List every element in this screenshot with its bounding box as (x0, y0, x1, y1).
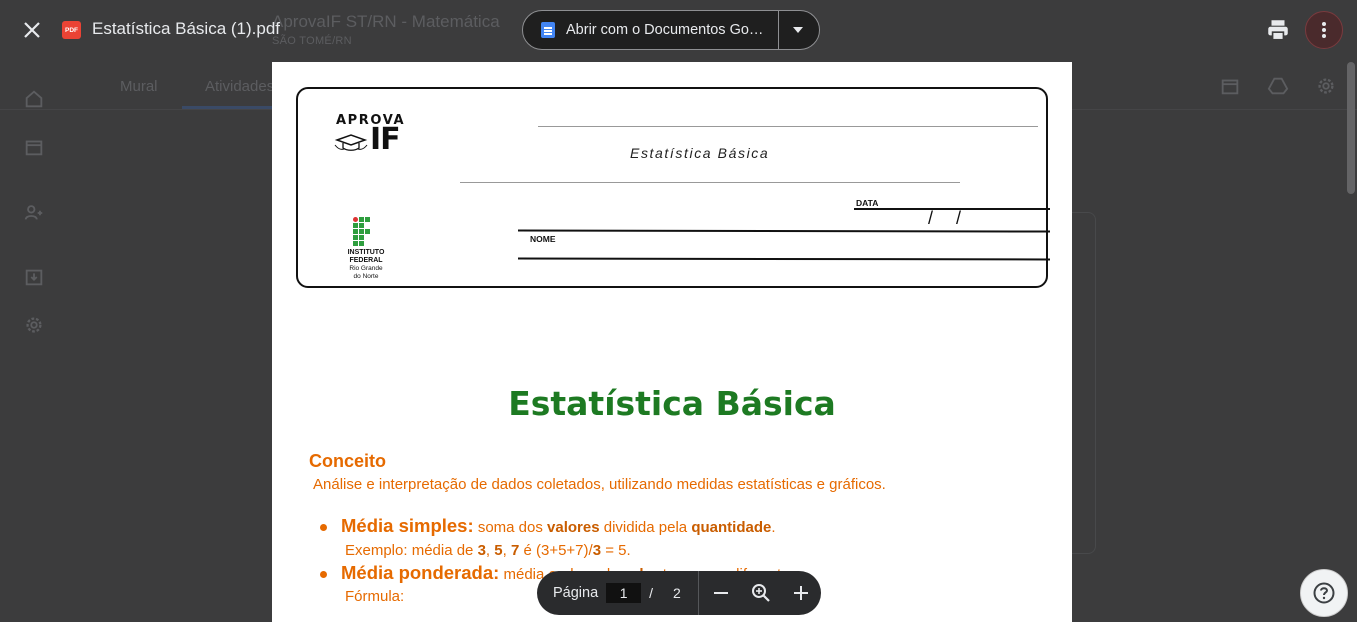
institute-line3: Rio Grande (349, 265, 383, 273)
name-rule (517, 257, 1051, 260)
top-calendar-icon (1221, 79, 1239, 95)
example-c2: , (502, 542, 507, 559)
section-conceito: Conceito (309, 451, 387, 471)
background-tab-mural: Mural (120, 78, 158, 95)
bullet1-pre: soma dos (477, 519, 543, 536)
bullet1-end: . (771, 519, 776, 536)
bullet1-head: Média simples: (341, 515, 474, 536)
example-line: Exemplo: média de 3, 5, 7 é (3+5+7)/3 = … (345, 542, 631, 559)
help-icon (1313, 582, 1335, 604)
example-c1: , (485, 542, 491, 559)
formula-label: Fórmula: (345, 588, 405, 605)
background-class-title: AprovaIF ST/RN - Matemática (272, 12, 500, 31)
bullet1-b2: quantidade (691, 519, 772, 536)
date-rule (854, 208, 1050, 210)
page-label: Página (553, 585, 599, 601)
page-controls: Página 1 / 2 (537, 571, 821, 615)
bullet-dot-1 (320, 524, 327, 531)
settings-icon (26, 317, 42, 333)
open-with-label: Abrir com o Documentos Go… (566, 22, 764, 38)
ifrn-text: INSTITUTO FEDERAL Rio Grande do Norte (328, 249, 404, 280)
bullet-dot-2 (320, 571, 327, 578)
open-with-dropdown[interactable] (779, 10, 816, 50)
bullet2-head: Média ponderada: (341, 562, 500, 583)
page-scrollbar[interactable] (1347, 62, 1355, 194)
print-icon[interactable] (1265, 17, 1291, 43)
date-label: DATA (856, 198, 879, 208)
name-label: NOME (530, 234, 556, 244)
header-title: Estatística Básica (630, 145, 770, 161)
top-settings-icon (1318, 78, 1334, 94)
if-logo-mark: IF (370, 122, 401, 157)
example-pre: Exemplo: média de (345, 542, 474, 559)
help-button[interactable] (1300, 569, 1348, 617)
pdf-page: APROVA IF Estatística Básica DATA / / NO… (272, 62, 1072, 622)
plus-icon (793, 586, 808, 600)
calendar-icon (25, 140, 43, 156)
minus-icon (713, 592, 728, 594)
institute-line1: INSTITUTO (347, 249, 385, 256)
document-title: Estatística Básica (508, 384, 836, 423)
close-icon[interactable] (20, 18, 44, 42)
page-number-input[interactable]: 1 (606, 583, 642, 603)
page-total: 2 (673, 585, 681, 601)
file-name: Estatística Básica (1).pdf (92, 19, 281, 38)
open-with-button[interactable]: Abrir com o Documentos Go… (522, 10, 820, 50)
bullet-media-simples: Média simples: soma dos valores dividida… (341, 515, 776, 537)
zoom-in-button[interactable] (781, 571, 821, 615)
more-options-button[interactable] (1305, 11, 1343, 49)
home-icon (25, 90, 43, 108)
bullet1-mid: dividida pela (603, 519, 688, 536)
zoom-out-button[interactable] (701, 571, 741, 615)
zoom-icon (751, 584, 770, 602)
example-n4: 3 (592, 542, 602, 559)
page-separator: / (649, 585, 654, 601)
example-n1: 3 (477, 542, 486, 559)
example-mid: é (3+5+7)/ (523, 542, 593, 559)
date-slash-1: / (928, 208, 934, 228)
background-class-subtitle: SÃO TOMÉ/RN (272, 35, 352, 47)
example-n2: 5 (494, 542, 503, 559)
example-end: = 5. (605, 542, 631, 559)
date-slash-2: / (956, 208, 962, 228)
graduation-cap-icon (334, 134, 368, 151)
header-rule-top (538, 126, 1038, 127)
institute-line4: do Norte (353, 272, 379, 280)
more-vert-icon (1322, 22, 1326, 38)
document-header: APROVA IF Estatística Básica DATA / / NO… (296, 87, 1051, 288)
people-icon (24, 205, 43, 220)
background-tab-atividades: Atividades (205, 78, 275, 95)
page-controls-divider (697, 571, 699, 615)
pdf-file-icon: PDF (62, 21, 81, 39)
archive-icon (25, 269, 43, 286)
header-rule-mid (460, 182, 960, 183)
drive-icon (1267, 77, 1289, 95)
date-bottom-rule (517, 229, 1051, 233)
google-docs-icon (541, 22, 555, 38)
example-n3: 7 (510, 542, 520, 559)
concept-text: Análise e interpretação de dados coletad… (313, 476, 886, 493)
caret-down-icon (792, 27, 803, 33)
institute-line2: FEDERAL (349, 257, 383, 265)
bullet1-b1: valores (547, 519, 600, 536)
zoom-fit-button[interactable] (741, 571, 781, 615)
